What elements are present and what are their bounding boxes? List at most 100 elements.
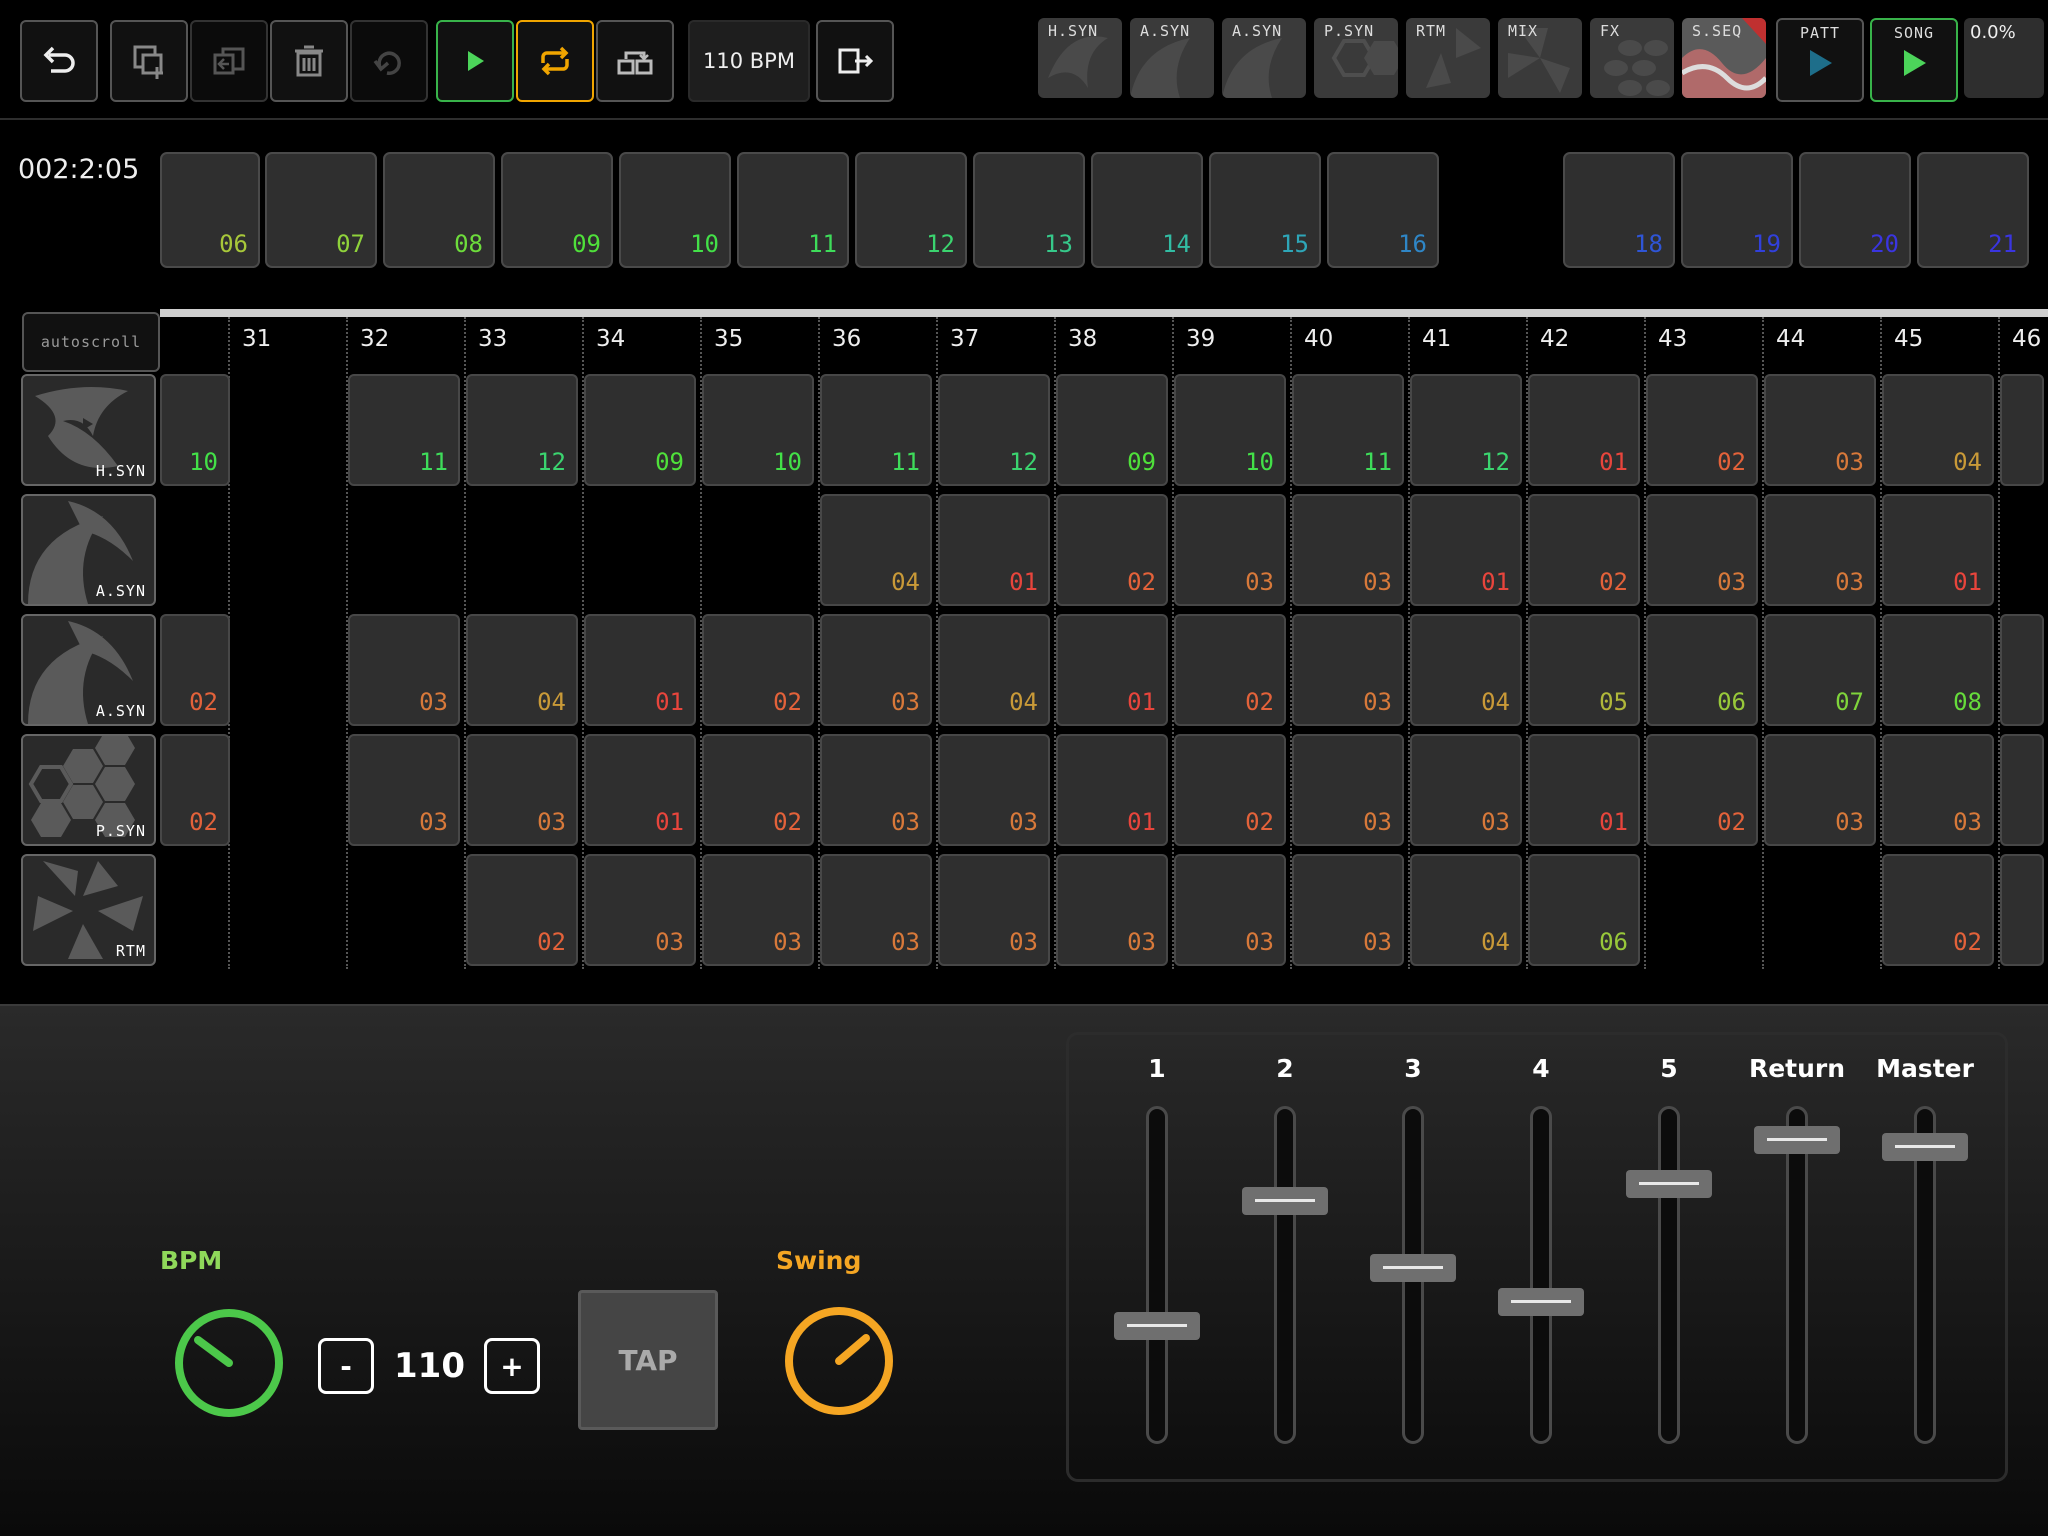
- bpm-knob[interactable]: [172, 1306, 286, 1420]
- song-cell[interactable]: 12: [466, 374, 578, 486]
- fader-handle[interactable]: [1114, 1311, 1200, 1340]
- song-cell[interactable]: 10: [160, 374, 230, 486]
- song-cell[interactable]: 02: [160, 614, 230, 726]
- song-cell[interactable]: 02: [1174, 614, 1286, 726]
- pattern-slot[interactable]: 09: [501, 152, 613, 268]
- song-cell[interactable]: 01: [1056, 734, 1168, 846]
- play-button[interactable]: [436, 20, 514, 102]
- song-cell[interactable]: 03: [702, 854, 814, 966]
- track-asyn1-button[interactable]: A.SYN: [21, 494, 156, 606]
- song-cell[interactable]: 04: [938, 614, 1050, 726]
- song-cell[interactable]: 10: [1174, 374, 1286, 486]
- song-cell[interactable]: 03: [1056, 854, 1168, 966]
- song-cell[interactable]: 03: [820, 734, 932, 846]
- autoscroll-button[interactable]: autoscroll: [22, 312, 160, 372]
- song-cell[interactable]: 09: [584, 374, 696, 486]
- module-sseq-button[interactable]: S.SEQ: [1682, 18, 1766, 98]
- song-cell[interactable]: 03: [1292, 734, 1404, 846]
- song-cell[interactable]: 08: [1882, 614, 1994, 726]
- song-cell[interactable]: 03: [1764, 734, 1876, 846]
- song-cell[interactable]: 04: [466, 614, 578, 726]
- song-cell[interactable]: 11: [1292, 374, 1404, 486]
- loop-range-button[interactable]: [596, 20, 674, 102]
- song-cell[interactable]: 01: [584, 734, 696, 846]
- module-rtm-button[interactable]: RTM: [1406, 18, 1490, 98]
- fader-handle[interactable]: [1370, 1254, 1456, 1283]
- song-cell[interactable]: 03: [1292, 854, 1404, 966]
- fader-handle[interactable]: [1242, 1186, 1328, 1215]
- song-cell[interactable]: 01: [1528, 734, 1640, 846]
- song-cell[interactable]: 02: [1646, 374, 1758, 486]
- fader-handle[interactable]: [1626, 1169, 1712, 1198]
- fader-track[interactable]: [1658, 1106, 1680, 1444]
- song-cell[interactable]: 03: [1292, 614, 1404, 726]
- track-asyn2-button[interactable]: A.SYN: [21, 614, 156, 726]
- song-cell[interactable]: 01: [2000, 374, 2044, 486]
- fader-handle[interactable]: [1882, 1132, 1968, 1161]
- song-cell[interactable]: 03: [584, 854, 696, 966]
- song-cell[interactable]: 02: [1882, 854, 1994, 966]
- module-asyn2-button[interactable]: A.SYN: [1222, 18, 1306, 98]
- song-cell[interactable]: 06: [1646, 614, 1758, 726]
- pattern-slot[interactable]: 14: [1091, 152, 1203, 268]
- pattern-slot[interactable]: 15: [1209, 152, 1321, 268]
- paste-button[interactable]: [190, 20, 268, 102]
- song-cell[interactable]: 01: [584, 614, 696, 726]
- bpm-button[interactable]: 110 BPM: [688, 20, 810, 102]
- song-cell[interactable]: 12: [938, 374, 1050, 486]
- export-button[interactable]: [816, 20, 894, 102]
- back-button[interactable]: [20, 20, 98, 102]
- song-cell[interactable]: 02: [160, 734, 230, 846]
- song-cell[interactable]: 06: [1528, 854, 1640, 966]
- song-cell[interactable]: 02: [1528, 494, 1640, 606]
- song-cell[interactable]: 03: [1646, 494, 1758, 606]
- fader-track[interactable]: [1146, 1106, 1168, 1444]
- pattern-slot[interactable]: 06: [160, 152, 260, 268]
- song-cell[interactable]: 01: [1528, 374, 1640, 486]
- module-mix-button[interactable]: MIX: [1498, 18, 1582, 98]
- redo-button[interactable]: [350, 20, 428, 102]
- song-cell[interactable]: 03: [820, 854, 932, 966]
- song-cell[interactable]: 07: [1764, 614, 1876, 726]
- fader-handle[interactable]: [1498, 1288, 1584, 1317]
- song-cell[interactable]: 02: [466, 854, 578, 966]
- pattern-slot[interactable]: 21: [1917, 152, 2029, 268]
- pattern-slot[interactable]: 11: [737, 152, 849, 268]
- song-cell[interactable]: 02: [702, 614, 814, 726]
- loop-button[interactable]: [516, 20, 594, 102]
- track-hsyn-button[interactable]: H.SYN: [21, 374, 156, 486]
- song-cell[interactable]: 02: [1174, 734, 1286, 846]
- song-cell[interactable]: 04: [1410, 614, 1522, 726]
- song-cell[interactable]: 09: [1056, 374, 1168, 486]
- pattern-slot[interactable]: 19: [1681, 152, 1793, 268]
- song-cell[interactable]: 03: [466, 734, 578, 846]
- track-rtm-button[interactable]: RTM: [21, 854, 156, 966]
- song-cell[interactable]: 03: [1174, 494, 1286, 606]
- module-asyn1-button[interactable]: A.SYN: [1130, 18, 1214, 98]
- song-play-button[interactable]: SONG: [1870, 18, 1958, 102]
- module-hsyn-button[interactable]: H.SYN: [1038, 18, 1122, 98]
- song-cell[interactable]: 03: [938, 854, 1050, 966]
- module-fx-button[interactable]: FX: [1590, 18, 1674, 98]
- song-cell[interactable]: 02: [1646, 734, 1758, 846]
- pattern-slot[interactable]: 13: [973, 152, 1085, 268]
- song-cell[interactable]: 03: [1174, 854, 1286, 966]
- tap-tempo-button[interactable]: TAP: [578, 1290, 718, 1430]
- song-cell[interactable]: 02: [1056, 494, 1168, 606]
- track-psyn-button[interactable]: P.SYN: [21, 734, 156, 846]
- song-cell[interactable]: 12: [1410, 374, 1522, 486]
- song-cell[interactable]: 01: [1882, 494, 1994, 606]
- fader-track[interactable]: [1786, 1106, 1808, 1444]
- add-pattern-button[interactable]: [110, 20, 188, 102]
- bpm-decrease-button[interactable]: -: [318, 1338, 374, 1394]
- song-cell[interactable]: 01: [1410, 494, 1522, 606]
- song-cell[interactable]: 03: [1882, 734, 1994, 846]
- song-cell[interactable]: 03: [1764, 494, 1876, 606]
- song-cell[interactable]: 03: [348, 614, 460, 726]
- song-cell[interactable]: 11: [348, 374, 460, 486]
- song-cell[interactable]: 03: [1410, 734, 1522, 846]
- bpm-increase-button[interactable]: +: [484, 1338, 540, 1394]
- song-cell[interactable]: 04: [1410, 854, 1522, 966]
- song-cell[interactable]: 05: [1528, 614, 1640, 726]
- song-cell[interactable]: 02: [702, 734, 814, 846]
